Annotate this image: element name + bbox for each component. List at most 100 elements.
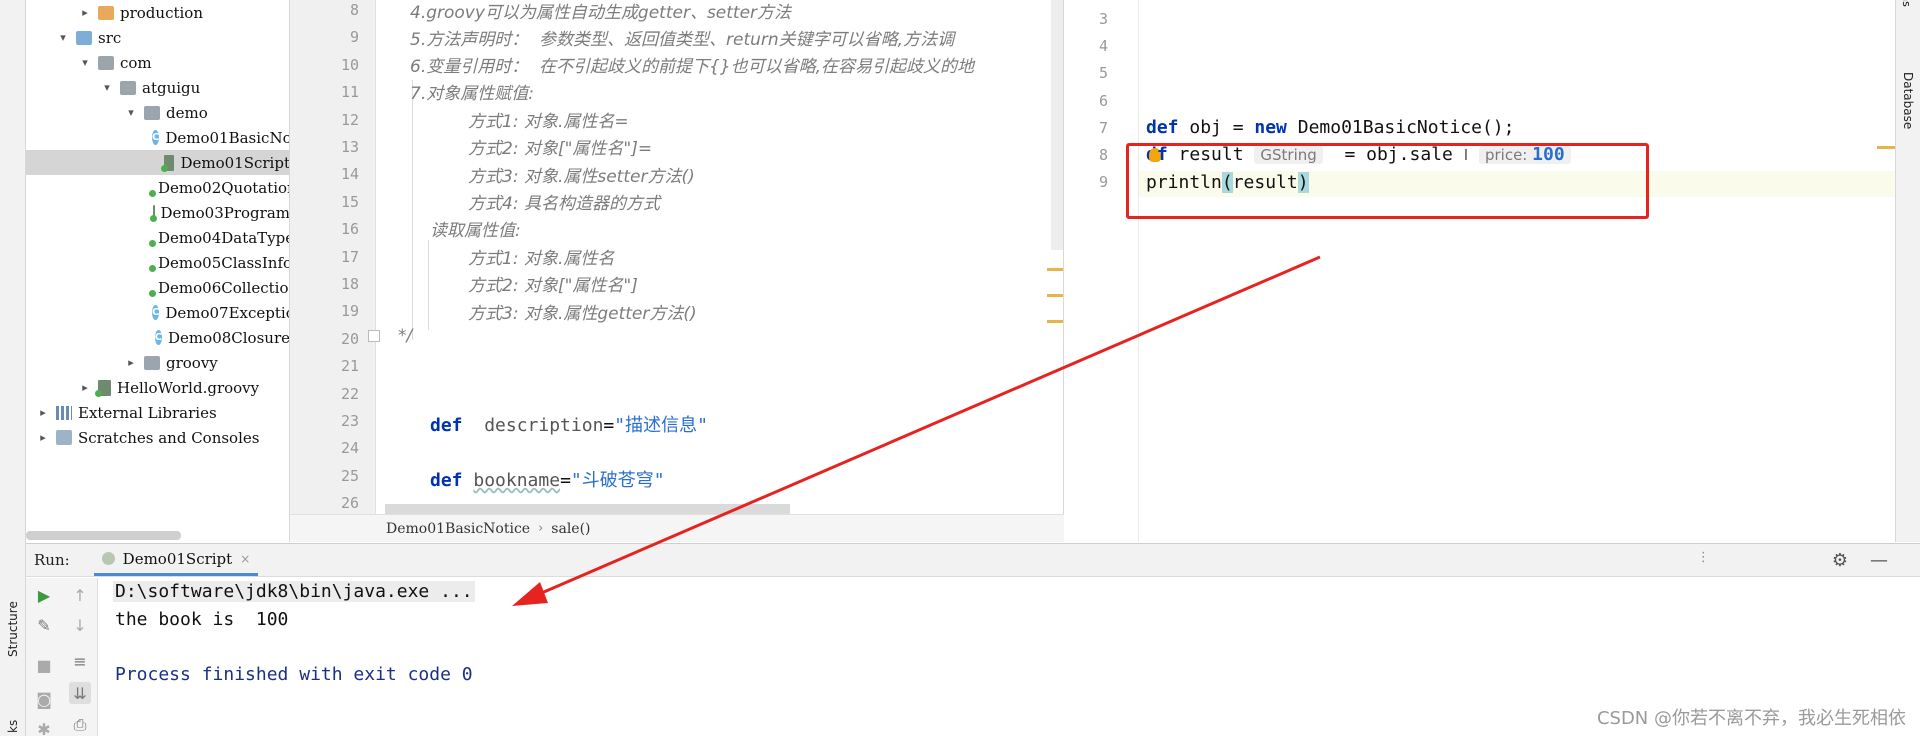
bookmarks-tool-tab[interactable]: ks xyxy=(6,713,20,733)
comment-line-14: 方式3: 对象.属性setter方法() xyxy=(468,167,695,187)
soft-wrap-icon[interactable]: ≡ xyxy=(69,650,91,672)
warning-marker[interactable] xyxy=(1047,320,1063,323)
console-command-line: D:\software\jdk8\bin\java.exe ... xyxy=(113,581,475,602)
tree-item-label: atguigu xyxy=(142,78,201,97)
class-c-icon: C xyxy=(152,130,160,145)
gear-icon[interactable]: ⚙ xyxy=(1832,550,1848,571)
tree-item-label: Demo01BasicNotice xyxy=(165,128,289,147)
folder-gray-icon xyxy=(98,55,114,70)
down-arrow-icon[interactable]: ↓ xyxy=(69,614,91,636)
tree-item[interactable]: Demo01Script xyxy=(26,150,290,175)
breadcrumb-class[interactable]: Demo01BasicNotice xyxy=(386,521,530,537)
tree-item-label: src xyxy=(98,28,122,47)
console-exit-line: Process finished with exit code 0 xyxy=(115,664,473,685)
scroll-to-end-icon[interactable]: ⇊ xyxy=(69,682,91,704)
tree-item[interactable]: ▾ com xyxy=(26,50,289,75)
up-arrow-icon[interactable]: ↑ xyxy=(69,584,91,606)
line-number: 4 xyxy=(1098,37,1108,56)
comment-line-11: 7.对象属性赋值: xyxy=(410,84,534,104)
tree-item[interactable]: Demo03Program xyxy=(26,200,290,225)
comment-line-15: 方式4: 具名构造器的方式 xyxy=(468,194,660,214)
code-line-25: def bookname="斗破苍穹" xyxy=(430,470,665,491)
tree-item[interactable]: ▸ production xyxy=(26,0,289,25)
warning-marker[interactable] xyxy=(1877,146,1895,149)
notifications-tool-tab[interactable]: ns xyxy=(1900,0,1913,7)
line-number: 7 xyxy=(1098,118,1108,137)
chevron-right-icon[interactable]: ▸ xyxy=(124,356,138,369)
comment-line-10: 6.变量引用时： 在不引起歧义的前提下{}也可以省略,在容易引起歧义的地 xyxy=(410,57,975,77)
breadcrumb-method[interactable]: sale() xyxy=(551,521,590,537)
chevron-down-icon[interactable]: ▾ xyxy=(56,31,70,44)
tree-item[interactable]: ▸ Scratches and Consoles xyxy=(26,425,289,450)
line-number: 9 xyxy=(1098,173,1108,192)
tree-item-label: Demo07Exception xyxy=(165,303,289,322)
print-icon[interactable]: ⎙ xyxy=(69,714,91,736)
tree-item[interactable]: ▾ src xyxy=(26,25,289,50)
comment-line-9: 5.方法声明时： 参数类型、返回值类型、return关键字可以省略,方法调 xyxy=(410,30,955,50)
tree-item-label: com xyxy=(120,53,152,72)
tree-item[interactable]: C Demo08Closure xyxy=(26,325,289,350)
line-number: 23 xyxy=(340,412,359,430)
chevron-right-icon[interactable]: ▸ xyxy=(36,431,50,444)
close-icon[interactable]: × xyxy=(240,552,250,566)
warning-marker[interactable] xyxy=(1047,268,1063,271)
chevron-down-icon[interactable]: ▾ xyxy=(78,56,92,69)
wrench-icon[interactable]: ✎ xyxy=(33,614,55,636)
chevron-right-icon[interactable]: ▸ xyxy=(78,381,92,394)
tree-item[interactable]: Demo06Collection xyxy=(26,275,289,300)
fold-marker[interactable] xyxy=(368,330,380,342)
editor1-gutter: 8 9 10 11 12 13 14 15 16 17 18 19 20 21 22 23 24 25 26 xyxy=(290,0,376,514)
tree-item-label: Demo01Script xyxy=(180,153,290,172)
editor-script[interactable]: 3 4 5 6 7 8 9 def obj = new Demo01BasicNotice(… xyxy=(1065,0,1895,542)
folder-blue-icon xyxy=(76,30,92,45)
editor1-vertical-scrollbar[interactable] xyxy=(1051,0,1063,250)
editor-basic-notice[interactable]: 8 9 10 11 12 13 14 15 16 17 18 19 20 21 22 23 24 25 26 4.g… xyxy=(290,0,1064,514)
folder-orange-icon xyxy=(98,5,114,20)
run-panel-label: Run: xyxy=(34,551,70,569)
options-icon[interactable]: ⋮ xyxy=(1697,550,1710,571)
settings-small-icon[interactable]: ✱ xyxy=(33,718,55,736)
folder-gray-icon xyxy=(144,355,160,370)
database-tool-tab[interactable]: Database xyxy=(1901,72,1915,129)
chevron-right-icon[interactable]: ▸ xyxy=(78,6,92,19)
tree-item[interactable]: ▸ External Libraries xyxy=(26,400,289,425)
tree-item-label: groovy xyxy=(166,353,218,372)
run-tab-demo01script[interactable]: Demo01Script × xyxy=(93,544,259,576)
line-number: 17 xyxy=(340,247,359,266)
tree-item-label: Demo02Quotation xyxy=(158,178,290,197)
chevron-right-icon[interactable]: ▸ xyxy=(36,406,50,419)
minimize-icon[interactable]: — xyxy=(1870,550,1888,571)
chevron-down-icon[interactable]: ▾ xyxy=(124,106,138,119)
camera-icon[interactable]: ◙ xyxy=(33,688,55,710)
tree-item[interactable]: C Demo07Exception xyxy=(26,300,289,325)
editor1-horizontal-scrollbar[interactable] xyxy=(385,504,790,514)
tree-item[interactable]: Demo04DataType xyxy=(26,225,289,250)
tree-item[interactable]: Demo05ClassInfo xyxy=(26,250,290,275)
comment-line-19: 方式3: 对象.属性getter方法() xyxy=(468,304,697,324)
comment-line-16: 读取属性值: xyxy=(430,221,521,241)
comment-line-12: 方式1: 对象.属性名= xyxy=(468,112,629,132)
stop-icon[interactable]: ■ xyxy=(33,654,55,676)
warning-marker[interactable] xyxy=(1047,294,1063,297)
tree-item[interactable]: ▸ HelloWorld.groovy xyxy=(26,375,289,400)
tree-item-label: Demo05ClassInfo xyxy=(158,253,290,272)
line-number: 8 xyxy=(349,1,359,19)
tree-item[interactable]: Demo02Quotation xyxy=(26,175,290,200)
tree-item-label: External Libraries xyxy=(78,403,217,422)
libs-icon xyxy=(56,405,72,420)
tree-item-label: Scratches and Consoles xyxy=(78,428,260,447)
tree-item[interactable]: ▾ demo xyxy=(26,100,289,125)
line-number: 21 xyxy=(340,357,359,376)
tree-item[interactable]: ▸ groovy xyxy=(26,350,289,375)
structure-tool-tab[interactable]: Structure xyxy=(6,601,20,657)
comment-close: */ xyxy=(398,326,413,346)
tree-item[interactable]: C Demo01BasicNotice xyxy=(26,125,289,150)
line-number: 24 xyxy=(340,439,359,458)
project-horizontal-scrollbar[interactable] xyxy=(26,531,181,540)
comment-line-8: 4.groovy可以为属性自动生成getter、setter方法 xyxy=(410,3,792,23)
line-number: 6 xyxy=(1098,91,1108,110)
tree-item[interactable]: ▾ atguigu xyxy=(26,75,289,100)
chevron-down-icon[interactable]: ▾ xyxy=(100,81,114,94)
rerun-icon[interactable]: ▶ xyxy=(33,584,55,606)
tree-item-label: Demo03Program xyxy=(160,203,290,222)
